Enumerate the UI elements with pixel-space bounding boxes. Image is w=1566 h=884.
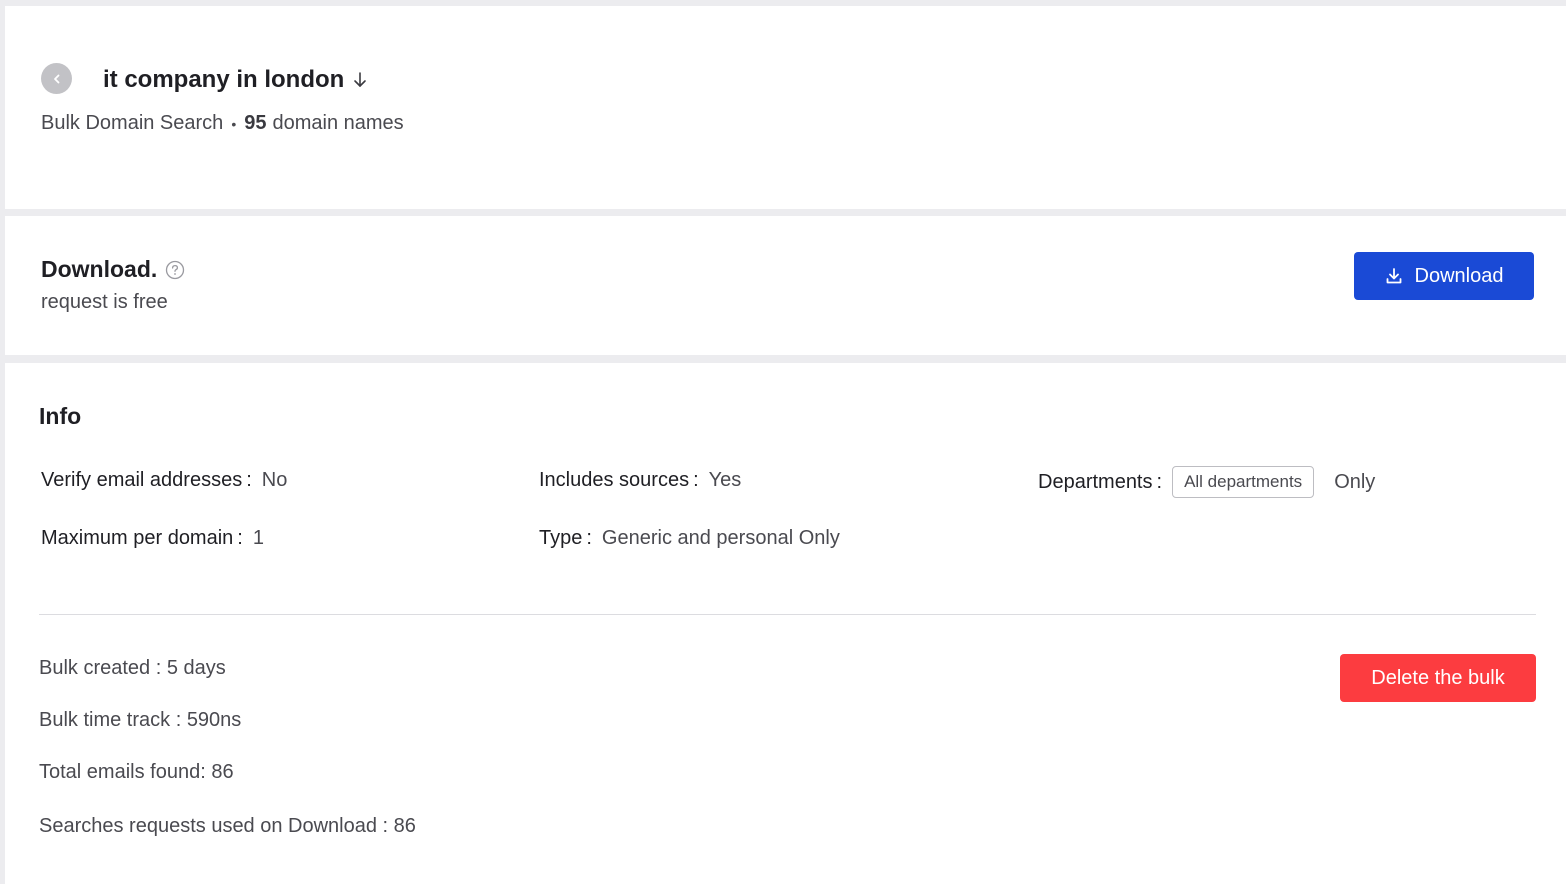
download-icon bbox=[1386, 268, 1401, 284]
verify-email-field: Verify email addresses : No bbox=[41, 469, 287, 492]
max-per-domain-label: Maximum per domain bbox=[41, 527, 234, 549]
download-title: Download. bbox=[41, 256, 158, 282]
domain-count-label: domain names bbox=[272, 112, 404, 134]
includes-sources-label: Includes sources bbox=[539, 469, 690, 491]
verify-email-value: No bbox=[261, 469, 288, 491]
field-separator: : bbox=[1156, 470, 1163, 493]
download-button-label: Download bbox=[1414, 264, 1504, 287]
includes-sources-value: Yes bbox=[708, 469, 742, 491]
bulk-time-track-stat: Bulk time track : 590ns bbox=[39, 709, 242, 731]
type-label: Type bbox=[539, 527, 583, 549]
search-type-label: Bulk Domain Search bbox=[41, 112, 224, 134]
departments-suffix: Only bbox=[1334, 470, 1376, 493]
field-separator: : bbox=[586, 527, 592, 549]
page-title: it company in london bbox=[103, 66, 345, 93]
header-panel: it company in london Bulk Domain Search … bbox=[5, 6, 1566, 209]
requests-used-stat: Searches requests used on Download : 86 bbox=[39, 815, 416, 837]
download-panel: Download. request is free Download bbox=[5, 216, 1566, 355]
field-separator: : bbox=[246, 469, 252, 491]
departments-tag[interactable]: All departments bbox=[1172, 466, 1315, 498]
info-title: Info bbox=[39, 403, 82, 429]
download-subtitle: request is free bbox=[41, 291, 168, 313]
help-circle-icon[interactable] bbox=[165, 260, 185, 280]
back-chevron-icon bbox=[53, 74, 59, 83]
field-separator: : bbox=[237, 527, 243, 549]
field-separator: : bbox=[693, 469, 699, 491]
domain-count: 95 bbox=[244, 112, 267, 134]
back-button[interactable] bbox=[41, 63, 72, 94]
download-title-row: Download. bbox=[41, 256, 185, 283]
delete-bulk-button[interactable]: Delete the bulk bbox=[1340, 654, 1536, 702]
download-button[interactable]: Download bbox=[1354, 252, 1534, 300]
verify-email-label: Verify email addresses bbox=[41, 469, 243, 491]
info-panel: Info Verify email addresses : No Include… bbox=[5, 363, 1566, 884]
title-row: it company in london bbox=[103, 66, 368, 94]
separator-dot: • bbox=[231, 115, 237, 132]
includes-sources-field: Includes sources : Yes bbox=[539, 469, 741, 492]
max-per-domain-value: 1 bbox=[252, 527, 264, 549]
type-value: Generic and personal Only bbox=[601, 527, 840, 549]
departments-label: Departments bbox=[1038, 470, 1153, 493]
total-emails-found-stat: Total emails found: 86 bbox=[39, 761, 234, 783]
sort-down-arrow-icon[interactable] bbox=[352, 71, 368, 89]
page-subtitle: Bulk Domain Search • 95 domain names bbox=[41, 112, 404, 135]
departments-field: Departments : All departments Only bbox=[1038, 466, 1375, 498]
type-field: Type : Generic and personal Only bbox=[539, 527, 840, 550]
max-per-domain-field: Maximum per domain : 1 bbox=[41, 527, 264, 550]
divider bbox=[39, 614, 1536, 615]
bulk-created-stat: Bulk created : 5 days bbox=[39, 657, 226, 679]
